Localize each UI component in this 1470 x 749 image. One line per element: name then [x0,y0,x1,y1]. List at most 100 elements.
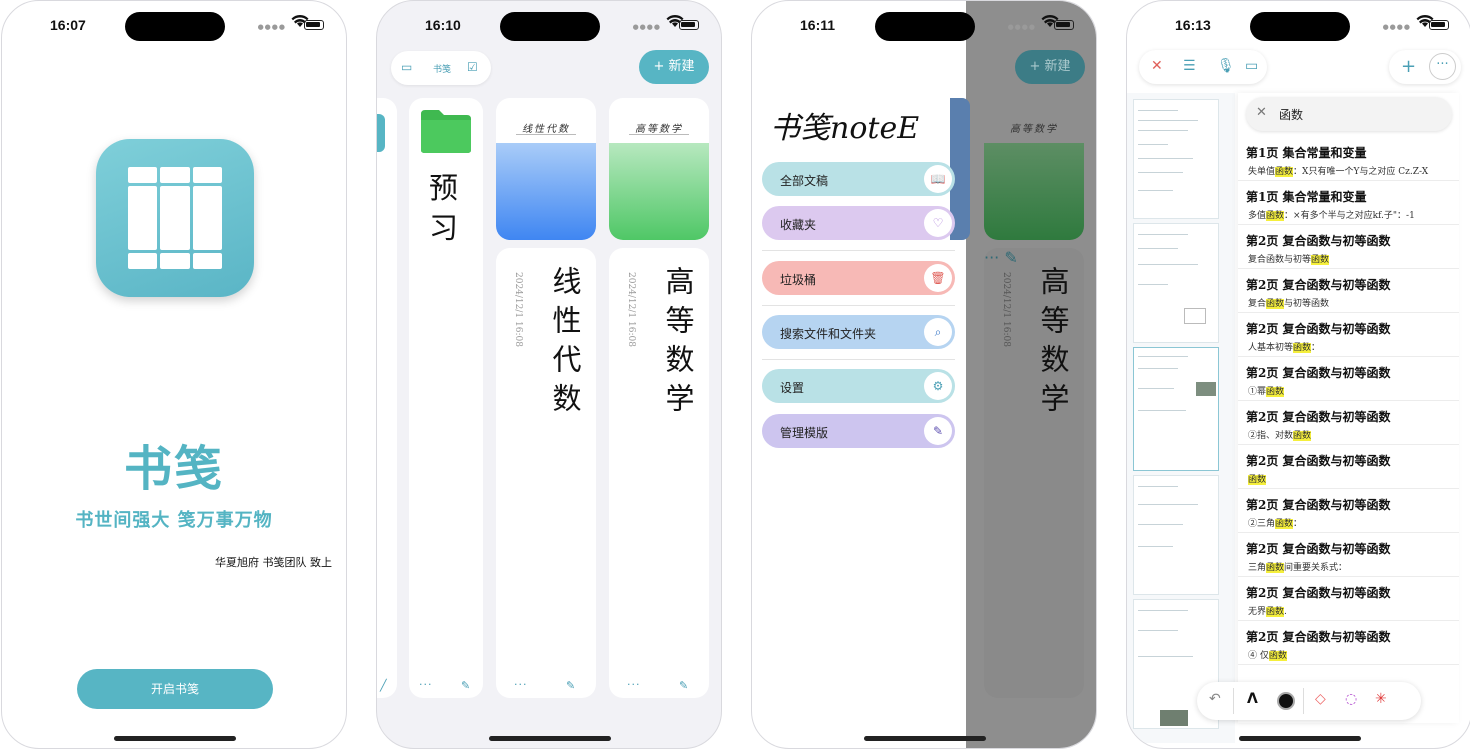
sidebar-icon[interactable]: ▭ [401,60,412,74]
result-snippet: ②指、对数函数 [1248,431,1312,441]
home-indicator [864,736,986,741]
page-thumbnails[interactable] [1127,93,1235,743]
search-result-item[interactable]: 第2页 复合函数与初等函数 无界函数. [1238,577,1459,621]
result-title: 第2页 复合函数与初等函数 [1246,366,1391,380]
laser-pointer-icon[interactable]: ✳ [1375,691,1387,707]
dynamic-island [125,12,225,41]
result-title: 第2页 复合函数与初等函数 [1246,410,1391,424]
toolbar-label[interactable]: 书笺 [433,62,451,75]
notebook-card[interactable]: 2024/12/1 16:08 高等数学 ··· ✎ [609,248,709,698]
clock: 16:11 [800,17,836,33]
color-picker[interactable] [1277,692,1295,710]
eraser-icon[interactable]: ◇ [1315,691,1326,707]
page-thumbnail[interactable] [1133,223,1219,343]
folder-card[interactable]: 预习 ··· ✎ [409,98,483,698]
status-bar: 16:07 ●●●● [2,1,346,51]
result-snippet: 复合函数与初等函数 [1248,255,1330,265]
undo-icon[interactable]: ↶ [1209,691,1221,707]
lasso-icon[interactable]: ◌ [1345,691,1357,707]
search-result-item[interactable]: 第2页 复合函数与初等函数 ④ 仅函数 [1238,621,1459,665]
match-highlight: 函数 [1268,651,1287,661]
search-result-item[interactable]: 第2页 复合函数与初等函数 ②三角函数： [1238,489,1459,533]
more-icon[interactable]: ··· [419,678,433,691]
notebook-card[interactable]: 2024/12/1 16:08 线性代数 ··· ✎ [496,248,596,698]
new-button[interactable]: + 新建 [639,50,709,84]
notebook-cover[interactable]: 高等数学 [609,98,709,240]
search-input[interactable]: 函数 [1279,106,1303,123]
search-result-item[interactable]: 第2页 复合函数与初等函数 人基本初等函数： [1238,313,1459,357]
home-indicator [489,736,611,741]
match-highlight: 函数 [1311,255,1330,265]
list-icon[interactable]: ☰ [1183,58,1196,74]
search-result-item[interactable]: 第2页 复合函数与初等函数 复合函数与初等函数 [1238,269,1459,313]
match-highlight: 函数 [1248,475,1267,485]
clear-search-icon[interactable]: ✕ [1256,105,1267,120]
pen-tool-icon[interactable]: Λ [1247,691,1258,707]
ruler-icon[interactable]: ▭ [1245,58,1258,74]
app-slogan: 书世间强大 笺万事万物 [75,510,273,531]
search-result-item[interactable]: 第2页 复合函数与初等函数 三角函数间重要关系式： [1238,533,1459,577]
search-result-item[interactable]: 第2页 复合函数与初等函数 ②指、对数函数 [1238,401,1459,445]
edit-icon[interactable]: ✎ [461,679,470,692]
menu-all-documents[interactable]: 全部文稿 📖 [762,162,955,196]
result-snippet: 人基本初等函数： [1248,343,1321,353]
search-bar[interactable]: ✕ 函数 [1246,97,1452,131]
result-snippet: 无界函数. [1248,607,1287,617]
match-highlight: 函数 [1266,211,1285,221]
book-icon: 📖 [924,165,952,193]
menu-search[interactable]: 搜索文件和文件夹 ⌕ [762,315,955,349]
result-snippet: ②三角函数： [1248,519,1303,529]
notebook-cover[interactable]: 线性代数 [496,98,596,240]
more-icon[interactable]: ··· [1429,53,1456,80]
notebook-date: 2024/12/1 16:08 [626,272,636,347]
result-title: 第2页 复合函数与初等函数 [1246,234,1391,248]
select-icon[interactable]: ☑ [467,60,478,74]
result-title: 第2页 复合函数与初等函数 [1246,630,1391,644]
cover-color [496,143,596,240]
app-title: 书笺 [123,441,224,497]
status-bar: 16:13 ●●●● [1127,1,1470,51]
close-icon[interactable]: ✕ [1151,58,1163,74]
result-snippet: 三角函数间重要关系式： [1248,563,1348,573]
edit-icon[interactable]: ✎ [566,679,575,692]
editor-toolbar: ✕ ☰ 🎙 ▭ [1139,50,1267,84]
match-highlight: 函数 [1293,431,1312,441]
edit-icon[interactable]: ╱ [380,679,387,692]
battery-icon [1054,20,1074,30]
dynamic-island [500,12,600,41]
result-title: 第2页 复合函数与初等函数 [1246,278,1391,292]
team-signature: 华夏旭府 书笺团队 致上 [215,556,332,569]
search-result-item[interactable]: 第1页 集合常量和变量 失单值函数：X只有唯一个Y与之对应 Cz.Z-X [1238,137,1459,181]
signal-icon: ●●●● [1382,23,1411,31]
match-highlight: 函数 [1275,167,1294,177]
match-highlight: 函数 [1266,563,1285,573]
partial-card[interactable]: ╱ [377,98,397,698]
signal-icon: ●●●● [257,23,286,31]
clock: 16:07 [50,17,86,33]
search-result-item[interactable]: 第2页 复合函数与初等函数函数 [1238,445,1459,489]
page-thumbnail[interactable] [1133,99,1219,219]
sidebar-menu-screen: + 新建 高等数学 2024/12/1 16:08 高等数学 ··· ✎ 16:… [751,0,1097,749]
drawing-toolbar: ↶ Λ ◇ ◌ ✳ [1197,682,1421,720]
menu-settings[interactable]: 设置 ⚙ [762,369,955,403]
edit-icon[interactable]: ✎ [679,679,688,692]
search-result-item[interactable]: 第1页 集合常量和变量 多值函数：×有多个半与之对应kf.子"：-1 [1238,181,1459,225]
status-bar: 16:10 ●●●● [377,1,721,51]
more-icon[interactable]: ··· [514,678,528,691]
microphone-icon[interactable]: 🎙 [1217,58,1235,74]
more-icon[interactable]: ··· [627,678,641,691]
result-title: 第2页 复合函数与初等函数 [1246,454,1391,468]
result-title: 第1页 集合常量和变量 [1246,190,1367,204]
search-result-item[interactable]: 第2页 复合函数与初等函数复合函数与初等函数 [1238,225,1459,269]
add-icon[interactable]: + [1401,56,1416,77]
menu-favorites[interactable]: 收藏夹 ♡ [762,206,955,240]
page-thumbnail[interactable] [1133,475,1219,595]
menu-manage-templates[interactable]: 管理模版 ✎ [762,414,955,448]
battery-icon [679,20,699,30]
open-app-button[interactable]: 开启书笺 [77,669,273,709]
search-result-item[interactable]: 第2页 复合函数与初等函数 ①幂函数 [1238,357,1459,401]
page-thumbnail-current[interactable] [1133,347,1219,471]
result-snippet: 失单值函数：X只有唯一个Y与之对应 Cz.Z-X [1248,167,1429,177]
top-toolbar: ▭ 书笺 ☑ [391,51,491,85]
menu-trash[interactable]: 垃圾桶 🗑 [762,261,955,295]
